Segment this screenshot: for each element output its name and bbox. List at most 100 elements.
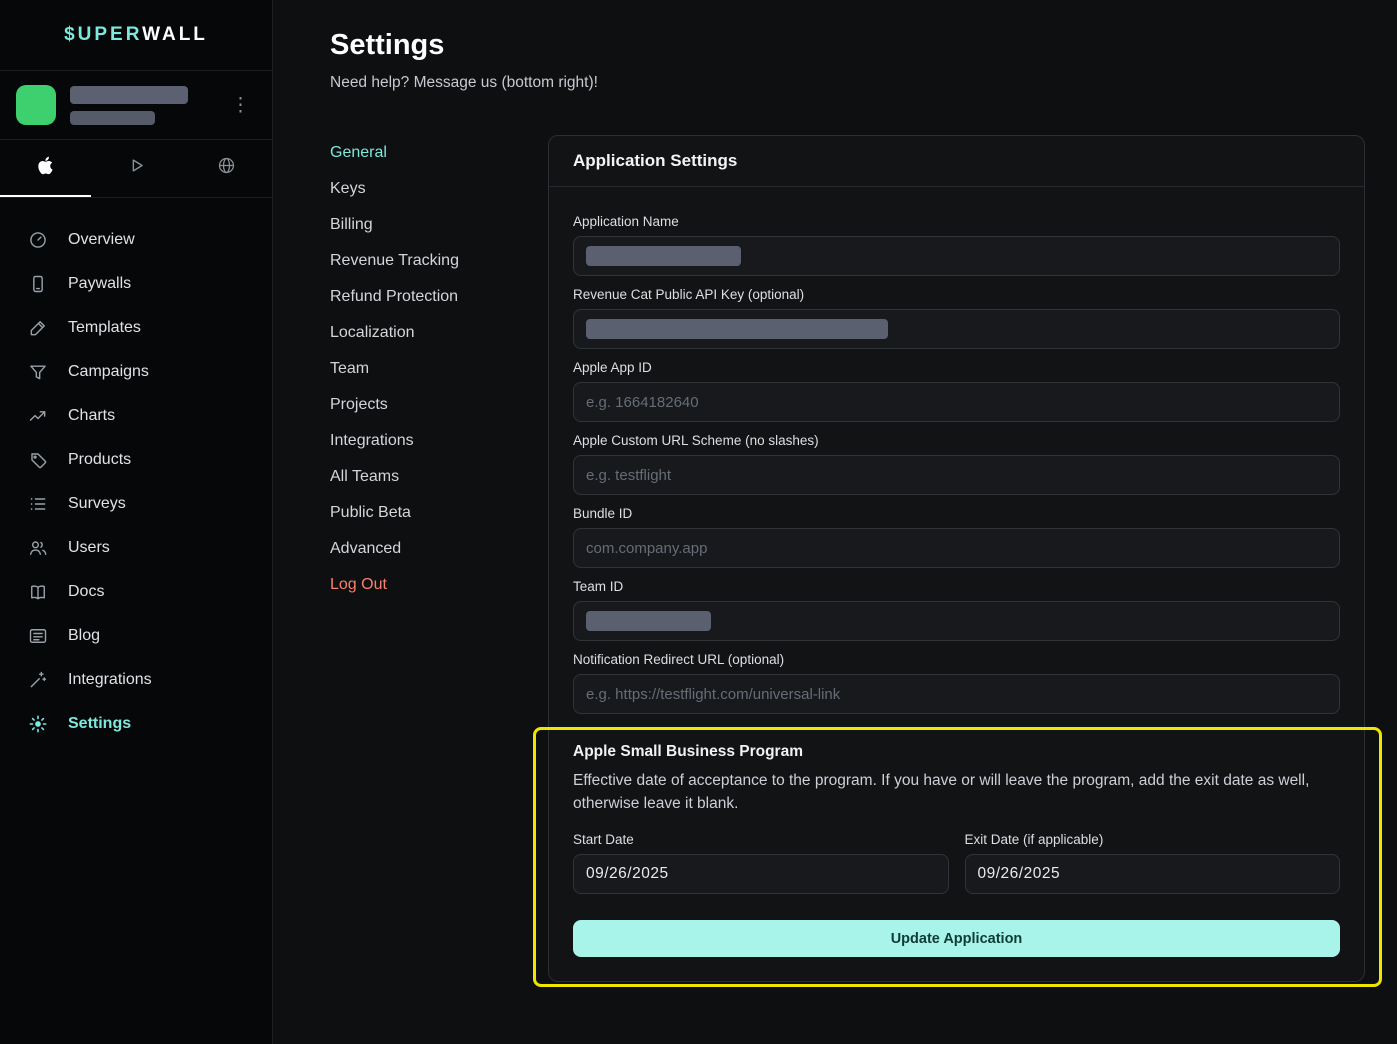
update-application-button[interactable]: Update Application — [573, 920, 1340, 957]
revenuecat-api-key-input[interactable] — [573, 309, 1340, 349]
sidebar-item-settings[interactable]: Settings — [0, 702, 272, 746]
sidebar-item-label: Users — [68, 539, 110, 557]
integrations-icon — [28, 670, 48, 690]
settings-nav-billing[interactable]: Billing — [330, 207, 548, 243]
docs-icon — [28, 582, 48, 602]
kebab-menu-icon[interactable]: ⋮ — [225, 92, 256, 119]
app-name-redacted — [70, 86, 188, 125]
page-subtitle: Need help? Message us (bottom right)! — [330, 74, 1365, 92]
sidebar-item-label: Docs — [68, 583, 104, 601]
field-revenuecat-api-key: Revenue Cat Public API Key (optional) — [573, 286, 1340, 349]
app-switcher[interactable]: ⋮ — [0, 70, 272, 140]
settings-nav-integrations[interactable]: Integrations — [330, 423, 548, 459]
products-icon — [28, 450, 48, 470]
redacted-value — [586, 246, 741, 266]
sidebar-item-label: Overview — [68, 231, 135, 249]
surveys-icon — [28, 494, 48, 514]
sidebar-item-surveys[interactable]: Surveys — [0, 482, 272, 526]
sidebar-item-label: Settings — [68, 715, 131, 733]
tab-web-platform[interactable] — [181, 140, 272, 197]
settings-nav-team[interactable]: Team — [330, 351, 548, 387]
app-avatar — [16, 85, 56, 125]
sidebar-item-label: Products — [68, 451, 131, 469]
sidebar-item-blog[interactable]: Blog — [0, 614, 272, 658]
paywalls-icon — [28, 274, 48, 294]
sidebar-item-label: Charts — [68, 407, 115, 425]
superwall-settings-page: $UPERWALL ⋮ — [0, 0, 1397, 1044]
settings-nav-keys[interactable]: Keys — [330, 171, 548, 207]
superwall-logo[interactable]: $UPERWALL — [0, 0, 272, 70]
templates-icon — [28, 318, 48, 338]
settings-nav-log-out[interactable]: Log Out — [330, 567, 548, 603]
field-apple-custom-url-scheme: Apple Custom URL Scheme (no slashes) — [573, 432, 1340, 495]
settings-nav-all-teams[interactable]: All Teams — [330, 459, 548, 495]
charts-icon — [28, 406, 48, 426]
card-title: Application Settings — [549, 136, 1364, 187]
settings-nav-projects[interactable]: Projects — [330, 387, 548, 423]
exit-date-field: Exit Date (if applicable) — [965, 831, 1341, 894]
field-team-id: Team ID — [573, 578, 1340, 641]
sidebar-item-label: Paywalls — [68, 275, 131, 293]
team-id-label: Team ID — [573, 578, 1340, 595]
sidebar-item-paywalls[interactable]: Paywalls — [0, 262, 272, 306]
sidebar-item-products[interactable]: Products — [0, 438, 272, 482]
main-content: Settings Need help? Message us (bottom r… — [273, 0, 1397, 1044]
globe-icon — [217, 156, 236, 180]
overview-icon — [28, 230, 48, 250]
application-name-label: Application Name — [573, 213, 1340, 230]
start-date-field: Start Date — [573, 831, 949, 894]
sidebar: $UPERWALL ⋮ — [0, 0, 273, 1044]
bundle-id-label: Bundle ID — [573, 505, 1340, 522]
platform-tabs — [0, 140, 272, 198]
gear-icon — [28, 714, 48, 734]
apple-small-business-program-section: Apple Small Business Program Effective d… — [573, 742, 1340, 894]
google-play-icon — [127, 156, 146, 180]
settings-nav-revenue-tracking[interactable]: Revenue Tracking — [330, 243, 548, 279]
sidebar-item-charts[interactable]: Charts — [0, 394, 272, 438]
settings-nav-localization[interactable]: Localization — [330, 315, 548, 351]
sidebar-item-label: Blog — [68, 627, 100, 645]
apple-icon — [36, 156, 55, 180]
settings-nav-advanced[interactable]: Advanced — [330, 531, 548, 567]
apple-custom-url-scheme-input[interactable] — [573, 455, 1340, 495]
redacted-app-name — [70, 86, 188, 104]
sidebar-nav: Overview Paywalls Templates Campaigns Ch… — [0, 198, 272, 746]
redacted-app-subtitle — [70, 111, 155, 125]
start-date-input[interactable] — [573, 854, 949, 894]
exit-date-input[interactable] — [965, 854, 1341, 894]
application-name-input[interactable] — [573, 236, 1340, 276]
field-apple-app-id: Apple App ID — [573, 359, 1340, 422]
page-title: Settings — [330, 26, 1365, 64]
apple-custom-url-scheme-label: Apple Custom URL Scheme (no slashes) — [573, 432, 1340, 449]
sidebar-item-docs[interactable]: Docs — [0, 570, 272, 614]
field-notification-redirect-url: Notification Redirect URL (optional) — [573, 651, 1340, 714]
notification-redirect-url-input[interactable] — [573, 674, 1340, 714]
sidebar-item-label: Integrations — [68, 671, 152, 689]
start-date-label: Start Date — [573, 831, 949, 848]
revenuecat-api-key-label: Revenue Cat Public API Key (optional) — [573, 286, 1340, 303]
sidebar-item-overview[interactable]: Overview — [0, 218, 272, 262]
settings-nav-public-beta[interactable]: Public Beta — [330, 495, 548, 531]
team-id-input[interactable] — [573, 601, 1340, 641]
field-application-name: Application Name — [573, 213, 1340, 276]
redacted-value — [586, 319, 888, 339]
bundle-id-input[interactable] — [573, 528, 1340, 568]
tab-apple-platform[interactable] — [0, 140, 91, 197]
sidebar-item-label: Templates — [68, 319, 141, 337]
sidebar-item-templates[interactable]: Templates — [0, 306, 272, 350]
sidebar-item-label: Campaigns — [68, 363, 149, 381]
users-icon — [28, 538, 48, 558]
apple-app-id-input[interactable] — [573, 382, 1340, 422]
logo-text: $UPERWALL — [64, 24, 208, 46]
sidebar-item-integrations[interactable]: Integrations — [0, 658, 272, 702]
settings-nav-refund-protection[interactable]: Refund Protection — [330, 279, 548, 315]
notification-redirect-url-label: Notification Redirect URL (optional) — [573, 651, 1340, 668]
small-business-title: Apple Small Business Program — [573, 742, 1340, 761]
blog-icon — [28, 626, 48, 646]
settings-nav-general[interactable]: General — [330, 135, 548, 171]
tab-google-play-platform[interactable] — [91, 140, 182, 197]
campaigns-icon — [28, 362, 48, 382]
sidebar-item-users[interactable]: Users — [0, 526, 272, 570]
sidebar-item-campaigns[interactable]: Campaigns — [0, 350, 272, 394]
apple-app-id-label: Apple App ID — [573, 359, 1340, 376]
